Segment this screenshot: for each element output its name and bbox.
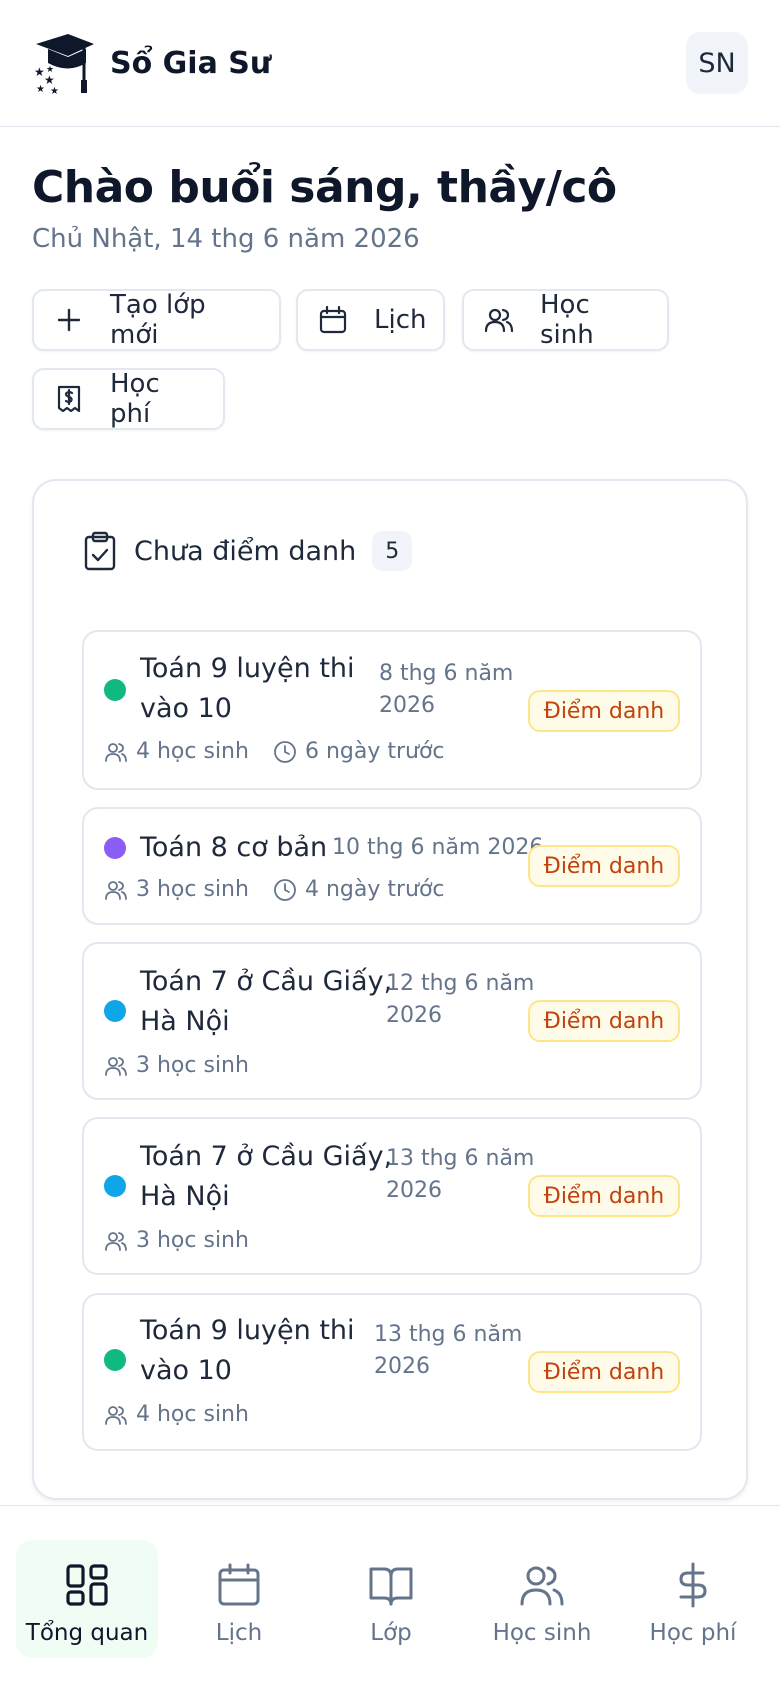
nav-overview[interactable]: Tổng quan <box>16 1540 158 1658</box>
nav-calendar-label: Lịch <box>215 1620 263 1646</box>
users-icon <box>484 305 514 335</box>
nav-fees-label: Học phí <box>649 1620 737 1646</box>
take-attendance-button[interactable]: Điểm danh <box>528 690 680 732</box>
class-color-dot <box>104 1175 126 1197</box>
class-name: Toán 9 luyện thi <box>140 653 355 684</box>
users-icon <box>104 740 128 764</box>
nav-overview-label: Tổng quan <box>25 1620 149 1646</box>
session-date: 12 thg 6 năm <box>386 971 535 996</box>
dollar-icon <box>670 1562 716 1608</box>
class-session-item[interactable]: Toán 7 ở Cầu Giấy, Hà Nội 13 thg 6 năm 2… <box>82 1117 702 1275</box>
users-icon <box>519 1562 565 1608</box>
users-icon <box>104 1054 128 1078</box>
session-meta: 4 học sinh <box>104 1402 249 1427</box>
class-session-item[interactable]: Toán 7 ở Cầu Giấy, Hà Nội 12 thg 6 năm 2… <box>82 942 702 1100</box>
class-color-dot <box>104 679 126 701</box>
take-attendance-button[interactable]: Điểm danh <box>528 1175 680 1217</box>
class-name-cont: Hà Nội <box>140 1181 230 1212</box>
nav-classes-label: Lớp <box>370 1620 412 1646</box>
student-count: 3 học sinh <box>136 1053 249 1078</box>
receipt-dollar-icon <box>54 384 84 414</box>
nav-calendar[interactable]: Lịch <box>168 1540 310 1658</box>
students-button[interactable]: Học sinh <box>462 289 669 351</box>
time-ago: 4 ngày trước <box>304 877 445 902</box>
class-session-item[interactable]: Toán 9 luyện thi vào 10 8 thg 6 năm 2026… <box>82 630 702 790</box>
app-header: ★ ★ ★ ★ ★ Sổ Gia Sư SN <box>0 0 780 127</box>
app-name: Sổ Gia Sư <box>110 45 272 81</box>
session-meta: 3 học sinh <box>104 1053 249 1078</box>
class-session-item[interactable]: Toán 9 luyện thi vào 10 13 thg 6 năm 202… <box>82 1293 702 1451</box>
nav-students[interactable]: Học sinh <box>471 1540 613 1658</box>
nav-fees[interactable]: Học phí <box>622 1540 764 1658</box>
nav-students-label: Học sinh <box>492 1620 592 1646</box>
page-title: Chào buổi sáng, thầy/cô <box>32 162 617 213</box>
clock-icon <box>273 740 297 764</box>
session-meta: 3 học sinh 4 ngày trước <box>104 877 445 902</box>
class-session-item[interactable]: Toán 8 cơ bản 10 thg 6 năm 2026 3 học si… <box>82 807 702 925</box>
pending-count-badge: 5 <box>372 531 413 571</box>
session-date: 13 thg 6 năm <box>386 1146 535 1171</box>
user-avatar[interactable]: SN <box>686 32 748 94</box>
session-date: 10 thg 6 năm 2026 <box>332 835 544 860</box>
class-color-dot <box>104 1000 126 1022</box>
class-name: Toán 9 luyện thi <box>140 1315 355 1346</box>
fees-button[interactable]: Học phí <box>32 368 225 430</box>
class-name-cont: vào 10 <box>140 1355 232 1386</box>
svg-text:★: ★ <box>50 86 59 96</box>
class-color-dot <box>104 837 126 859</box>
class-name: Toán 8 cơ bản <box>140 832 328 863</box>
svg-text:★: ★ <box>46 65 54 75</box>
class-name-cont: vào 10 <box>140 693 232 724</box>
dashboard-grid-icon <box>64 1562 110 1608</box>
svg-text:★: ★ <box>36 84 45 95</box>
card-header: Chưa điểm danh 5 <box>82 531 413 571</box>
students-label: Học sinh <box>540 290 594 350</box>
session-meta: 3 học sinh <box>104 1228 249 1253</box>
session-date-cont: 2026 <box>386 1178 442 1203</box>
users-icon <box>104 1229 128 1253</box>
class-name: Toán 7 ở Cầu Giấy, <box>140 966 393 997</box>
fees-label: Học phí <box>110 369 160 429</box>
current-date: Chủ Nhật, 14 thg 6 năm 2026 <box>32 224 420 254</box>
users-icon <box>104 1403 128 1427</box>
student-count: 4 học sinh <box>136 739 249 764</box>
take-attendance-button[interactable]: Điểm danh <box>528 845 680 887</box>
calendar-icon <box>216 1562 262 1608</box>
nav-classes[interactable]: Lớp <box>320 1540 462 1658</box>
take-attendance-button[interactable]: Điểm danh <box>528 1000 680 1042</box>
clipboard-check-icon <box>82 531 118 571</box>
open-book-icon <box>368 1562 414 1608</box>
class-name-cont: Hà Nội <box>140 1006 230 1037</box>
session-meta: 4 học sinh 6 ngày trước <box>104 739 445 764</box>
pending-attendance-card: Chưa điểm danh 5 Toán 9 luyện thi vào 10… <box>32 479 748 1500</box>
calendar-label: Lịch <box>374 305 427 335</box>
student-count: 3 học sinh <box>136 1228 249 1253</box>
svg-text:★: ★ <box>44 73 55 87</box>
class-color-dot <box>104 1349 126 1371</box>
time-ago: 6 ngày trước <box>304 739 445 764</box>
bottom-nav: Tổng quan Lịch Lớp Học sinh Học phí <box>0 1505 780 1688</box>
calendar-button[interactable]: Lịch <box>296 289 445 351</box>
take-attendance-button[interactable]: Điểm danh <box>528 1351 680 1393</box>
class-name: Toán 7 ở Cầu Giấy, <box>140 1141 393 1172</box>
student-count: 4 học sinh <box>136 1402 249 1427</box>
users-icon <box>104 878 128 902</box>
session-date: 8 thg 6 năm <box>379 661 514 686</box>
session-date-cont: 2026 <box>379 693 435 718</box>
session-date: 13 thg 6 năm <box>374 1322 523 1347</box>
clock-icon <box>273 878 297 902</box>
graduation-cap-logo-icon: ★ ★ ★ ★ ★ <box>32 30 98 96</box>
create-class-label: Tạo lớp mới <box>110 290 206 350</box>
student-count: 3 học sinh <box>136 877 249 902</box>
create-class-button[interactable]: Tạo lớp mới <box>32 289 281 351</box>
card-title: Chưa điểm danh <box>134 535 357 567</box>
plus-icon <box>54 305 84 335</box>
session-date-cont: 2026 <box>386 1003 442 1028</box>
session-date-cont: 2026 <box>374 1354 430 1379</box>
calendar-icon <box>318 305 348 335</box>
